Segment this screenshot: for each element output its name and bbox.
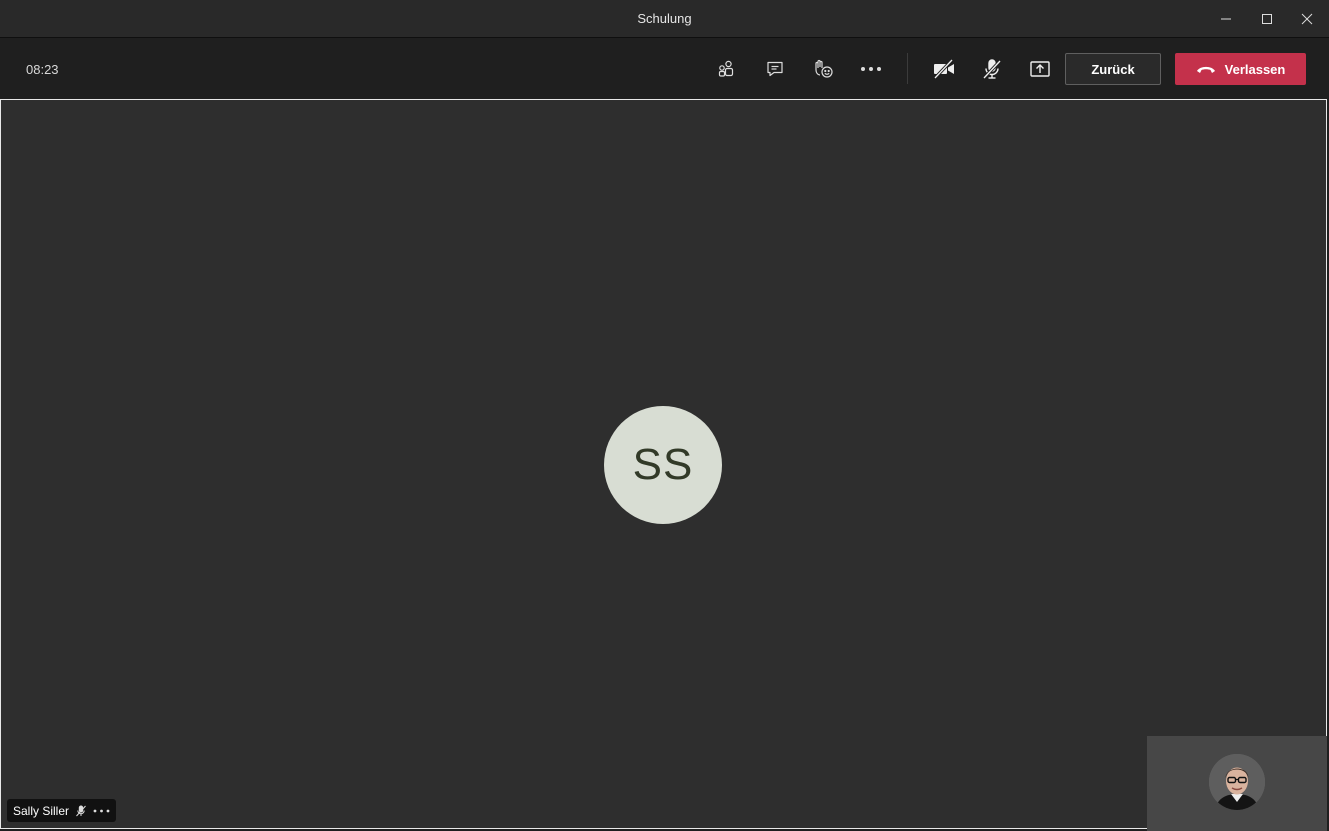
reactions-icon <box>815 59 833 78</box>
chat-icon <box>767 61 783 77</box>
toolbar-divider <box>907 53 908 84</box>
participant-avatar: SS <box>604 406 722 524</box>
more-options-button[interactable] <box>858 56 884 82</box>
chat-button[interactable] <box>762 56 788 82</box>
participant-more-icon[interactable] <box>93 809 110 813</box>
participants-icon <box>718 60 734 77</box>
participant-name-chip: Sally Siller <box>7 799 116 822</box>
self-view-tile[interactable] <box>1147 736 1327 831</box>
close-icon <box>1301 13 1313 25</box>
mic-toggle-button[interactable] <box>979 56 1005 82</box>
meeting-toolbar: 08:23 Zurück Verlassen <box>0 38 1329 99</box>
mic-off-icon <box>982 59 1002 80</box>
minimize-icon <box>1221 18 1231 20</box>
participant-name: Sally Siller <box>13 803 70 818</box>
back-button[interactable]: Zurück <box>1065 53 1161 85</box>
maximize-button[interactable] <box>1255 8 1279 30</box>
close-button[interactable] <box>1295 8 1319 30</box>
share-screen-button[interactable] <box>1027 56 1053 82</box>
reactions-button[interactable] <box>810 56 836 82</box>
share-screen-icon <box>1030 61 1050 77</box>
leave-button-label: Verlassen <box>1224 61 1286 77</box>
window-titlebar: Schulung <box>0 0 1329 38</box>
meeting-stage: SS Sally Siller <box>0 99 1327 829</box>
hang-up-icon <box>1196 66 1215 73</box>
avatar-initials: SS <box>632 440 694 489</box>
camera-off-icon <box>933 59 954 79</box>
camera-toggle-button[interactable] <box>931 56 957 82</box>
self-avatar-photo <box>1209 754 1265 810</box>
mic-off-small-icon <box>76 805 86 816</box>
minimize-button[interactable] <box>1214 8 1238 30</box>
window-title: Schulung <box>637 11 692 26</box>
leave-button[interactable]: Verlassen <box>1175 53 1306 85</box>
participants-button[interactable] <box>713 56 739 82</box>
more-options-icon <box>861 67 881 71</box>
maximize-icon <box>1262 14 1272 24</box>
meeting-timer: 08:23 <box>26 62 59 77</box>
